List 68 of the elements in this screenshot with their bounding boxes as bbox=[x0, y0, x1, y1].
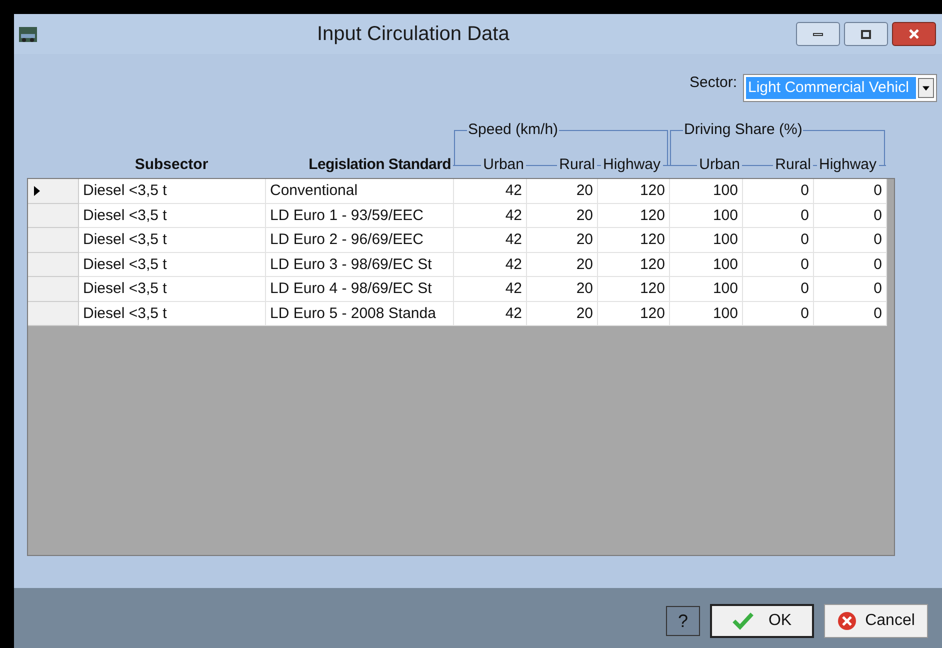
table-cell: 120 bbox=[598, 228, 670, 252]
table-cell: 20 bbox=[527, 252, 598, 277]
table-cell: 0 bbox=[814, 228, 887, 252]
table-cell: Diesel <3,5 t bbox=[79, 277, 266, 302]
window-title: Input Circulation Data bbox=[317, 23, 510, 45]
table-cell: LD Euro 3 - 98/69/EC St bbox=[266, 252, 454, 277]
table-cell: Diesel <3,5 t bbox=[79, 252, 266, 277]
table-cell: 100 bbox=[670, 252, 743, 277]
table-cell: LD Euro 5 - 2008 Standa bbox=[266, 302, 454, 326]
table-cell: 100 bbox=[670, 204, 743, 228]
table-cell: Diesel <3,5 t bbox=[79, 228, 266, 252]
column-header: Highway bbox=[817, 156, 879, 174]
table-cell: 0 bbox=[743, 179, 814, 204]
table-cell: 0 bbox=[814, 302, 887, 326]
group-title: Driving Share (%) bbox=[683, 121, 804, 139]
app-icon bbox=[18, 24, 38, 44]
table-cell: 0 bbox=[743, 204, 814, 228]
table-cell: 0 bbox=[743, 228, 814, 252]
table-cell: 42 bbox=[454, 228, 527, 252]
table-cell: 0 bbox=[743, 302, 814, 326]
table-cell: 42 bbox=[454, 252, 527, 277]
table-cell: 0 bbox=[814, 204, 887, 228]
table-cell: 120 bbox=[598, 302, 670, 326]
checkmark-icon bbox=[732, 612, 754, 630]
sector-label: Sector: bbox=[689, 72, 737, 93]
table-cell: 100 bbox=[670, 277, 743, 302]
cancel-button[interactable]: Cancel bbox=[824, 604, 928, 638]
table-cell: 20 bbox=[527, 277, 598, 302]
table-cell: 42 bbox=[454, 179, 527, 204]
table-cell: 0 bbox=[814, 277, 887, 302]
close-icon bbox=[908, 28, 920, 40]
table-cell: 120 bbox=[598, 179, 670, 204]
table-cell: LD Euro 2 - 96/69/EEC bbox=[266, 228, 454, 252]
table-cell: 120 bbox=[598, 204, 670, 228]
table-cell: 20 bbox=[527, 179, 598, 204]
minimize-button[interactable] bbox=[796, 22, 840, 46]
table-cell: 100 bbox=[670, 179, 743, 204]
table-cell: 20 bbox=[527, 228, 598, 252]
column-header: Highway bbox=[601, 156, 663, 174]
table-cell: Diesel <3,5 t bbox=[79, 179, 266, 204]
table-cell: 42 bbox=[454, 277, 527, 302]
table-cell: Diesel <3,5 t bbox=[79, 302, 266, 326]
table-cell: Conventional bbox=[266, 179, 454, 204]
table-cell: 0 bbox=[743, 277, 814, 302]
table-cell: Diesel <3,5 t bbox=[79, 204, 266, 228]
table-cell: 42 bbox=[454, 204, 527, 228]
table-cell: 120 bbox=[598, 252, 670, 277]
table-cell: 20 bbox=[527, 204, 598, 228]
table-cell: 0 bbox=[814, 252, 887, 277]
table-cell: 120 bbox=[598, 277, 670, 302]
row-header[interactable] bbox=[28, 179, 79, 204]
table-cell: LD Euro 1 - 93/59/EEC bbox=[266, 204, 454, 228]
table-cell: 0 bbox=[814, 179, 887, 204]
help-button[interactable]: ? bbox=[666, 606, 700, 636]
table-cell: 42 bbox=[454, 302, 527, 326]
current-row-icon bbox=[34, 186, 40, 196]
maximize-button[interactable] bbox=[844, 22, 888, 46]
ok-button[interactable]: OK bbox=[710, 604, 814, 638]
cancel-icon bbox=[837, 611, 858, 631]
table-cell: LD Euro 4 - 98/69/EC St bbox=[266, 277, 454, 302]
table-cell: 100 bbox=[670, 302, 743, 326]
group-title: Speed (km/h) bbox=[467, 121, 560, 139]
column-header: Subsector bbox=[134, 156, 208, 174]
table-cell: 0 bbox=[743, 252, 814, 277]
column-header: Legislation Standard bbox=[308, 156, 451, 174]
table-cell: 20 bbox=[527, 302, 598, 326]
close-button[interactable] bbox=[892, 22, 936, 46]
table-cell: 100 bbox=[670, 228, 743, 252]
